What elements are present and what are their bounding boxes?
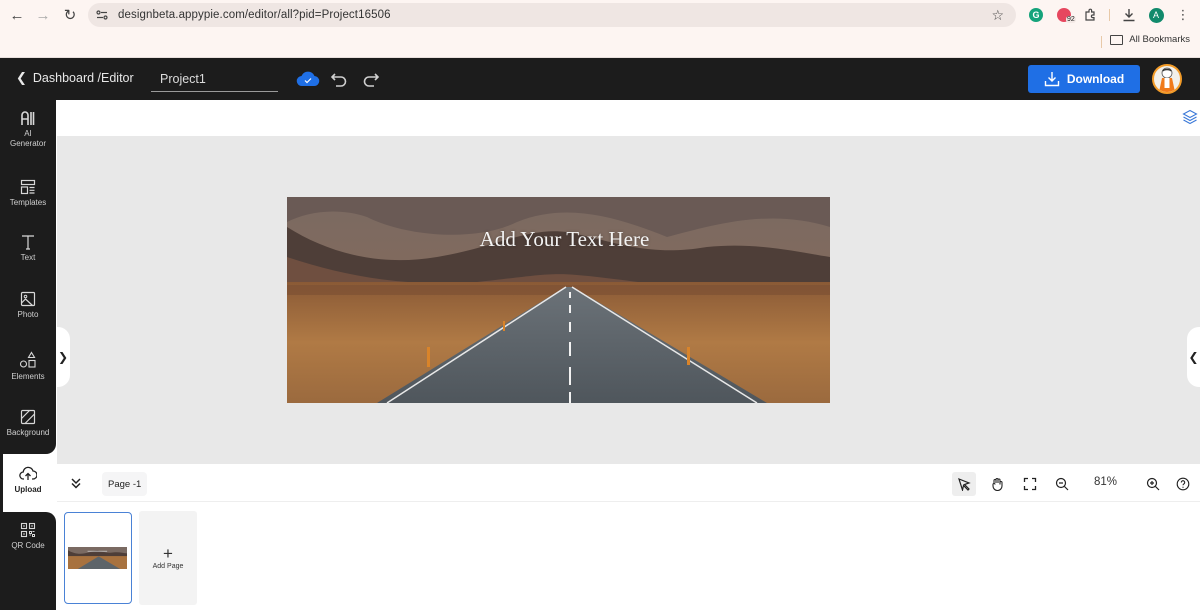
- project-name-input[interactable]: [151, 66, 278, 92]
- download-button[interactable]: Download: [1028, 65, 1140, 93]
- help-button[interactable]: [1171, 472, 1195, 496]
- elements-icon: [19, 351, 36, 368]
- left-sidebar: [0, 100, 56, 454]
- bookmark-star-icon[interactable]: ☆: [991, 7, 1004, 24]
- profile-avatar[interactable]: A: [1146, 5, 1166, 25]
- download-icon: [1044, 72, 1060, 87]
- sidebar-item-elements[interactable]: Elements: [0, 351, 56, 382]
- all-bookmarks[interactable]: All Bookmarks: [1110, 34, 1190, 45]
- add-page-label: Add Page: [152, 562, 184, 570]
- sidebar-item-qr-code[interactable]: QR Code: [0, 522, 56, 551]
- sidebar-item-ai-generator[interactable]: AI Generator: [0, 110, 56, 149]
- reload-icon[interactable]: ↻: [59, 4, 81, 26]
- plus-icon: +: [163, 543, 173, 563]
- sidebar-item-label: Photo: [17, 310, 39, 319]
- page-thumbnail-preview: [68, 547, 127, 569]
- zoom-level: 81%: [1094, 476, 1118, 488]
- pages-strip: + Add Page: [57, 503, 1200, 610]
- forward-arrow-icon[interactable]: →: [32, 4, 54, 26]
- layers-icon[interactable]: [1182, 109, 1198, 125]
- expand-right-panel-button[interactable]: ❮: [1187, 327, 1200, 387]
- zoom-in-button[interactable]: [1141, 472, 1165, 496]
- folder-icon: [1110, 34, 1124, 45]
- download-label: Download: [1066, 72, 1125, 86]
- address-bar[interactable]: designbeta.appypie.com/editor/all?pid=Pr…: [88, 3, 1016, 27]
- zoom-out-icon: [1055, 477, 1069, 491]
- design-text-layer[interactable]: Add Your Text Here: [287, 227, 830, 252]
- add-page-button[interactable]: + Add Page: [139, 511, 197, 605]
- zoom-in-icon: [1146, 477, 1160, 491]
- sidebar-item-text[interactable]: Text: [0, 234, 56, 263]
- browser-chrome: ← → ↻ designbeta.appypie.com/editor/all?…: [0, 0, 1200, 58]
- help-icon: [1176, 477, 1190, 491]
- pan-tool-button[interactable]: [985, 472, 1009, 496]
- chrome-menu-icon[interactable]: ⋮: [1173, 5, 1193, 25]
- chevron-left-icon: ❮: [1188, 350, 1199, 364]
- ai-generator-icon: [21, 111, 35, 125]
- sidebar-item-background[interactable]: Background: [0, 409, 56, 438]
- expand-left-panel-button[interactable]: ❯: [56, 327, 70, 387]
- downloads-icon[interactable]: [1119, 5, 1139, 25]
- upload-icon: [19, 466, 37, 480]
- zoom-out-button[interactable]: [1050, 472, 1074, 496]
- redo-icon[interactable]: [362, 71, 380, 87]
- bookmarks-divider: [1101, 36, 1102, 48]
- url-text: designbeta.appypie.com/editor/all?pid=Pr…: [118, 9, 391, 21]
- cursor-arrow-icon: [958, 477, 971, 491]
- site-settings-icon[interactable]: [90, 3, 114, 27]
- page-label: Page -1: [108, 478, 142, 490]
- user-avatar[interactable]: [1152, 64, 1182, 94]
- grammarly-extension-icon[interactable]: G: [1026, 5, 1046, 25]
- sidebar-item-label: Elements: [11, 372, 45, 381]
- breadcrumb-label: Dashboard /Editor: [32, 71, 134, 85]
- qr-code-icon: [20, 522, 36, 538]
- sidebar-item-label: AI Generator: [9, 129, 47, 148]
- editor-top-bar: ❮ Dashboard /Editor Download: [0, 58, 1200, 100]
- select-tool-button[interactable]: [952, 472, 976, 496]
- page-controls-bar: Page -1 81%: [57, 464, 1200, 502]
- all-bookmarks-label: All Bookmarks: [1129, 34, 1190, 45]
- undo-icon[interactable]: [330, 71, 348, 87]
- chevron-right-icon: ❯: [57, 350, 69, 364]
- sidebar-item-label: QR Code: [11, 541, 45, 550]
- sidebar-item-upload[interactable]: Upload: [0, 466, 56, 495]
- page-selector[interactable]: Page -1: [102, 472, 148, 496]
- extensions-puzzle-icon[interactable]: [1080, 5, 1100, 25]
- fit-screen-button[interactable]: [1018, 472, 1042, 496]
- sidebar-item-templates[interactable]: Templates: [0, 179, 56, 208]
- templates-icon: [20, 179, 36, 195]
- design-canvas[interactable]: Add Your Text Here: [287, 197, 830, 403]
- sidebar-item-label: Templates: [9, 198, 47, 207]
- background-icon: [20, 409, 36, 425]
- dashboard-back-link[interactable]: ❮ Dashboard /Editor: [16, 70, 134, 86]
- photo-icon: [20, 291, 36, 307]
- sidebar-item-label: Upload: [14, 485, 42, 494]
- toolbar-divider: [1109, 9, 1110, 21]
- back-arrow-icon[interactable]: ←: [6, 4, 28, 26]
- context-toolbar: [57, 100, 1200, 136]
- cloud-saved-icon: [296, 71, 320, 87]
- page-thumbnail[interactable]: [64, 512, 132, 604]
- sidebar-item-label: Background: [6, 428, 50, 437]
- sidebar-item-photo[interactable]: Photo: [0, 291, 56, 320]
- double-chevron-down-icon[interactable]: [69, 476, 83, 490]
- text-icon: [22, 235, 34, 250]
- sidebar-item-label: Text: [20, 253, 36, 262]
- extension-badge: 92: [1066, 16, 1076, 23]
- hand-icon: [992, 477, 1003, 491]
- chevron-left-icon: ❮: [16, 70, 27, 85]
- fullscreen-icon: [1023, 477, 1037, 491]
